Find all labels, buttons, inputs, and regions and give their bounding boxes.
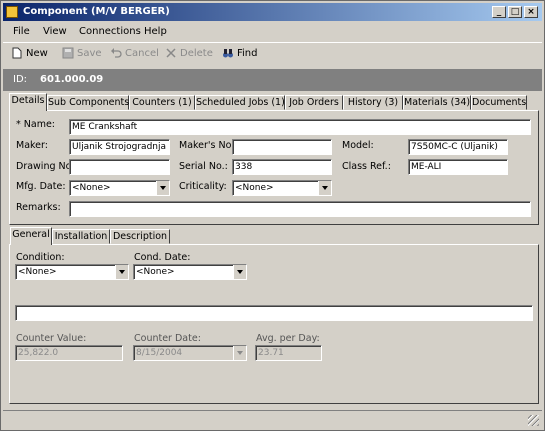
delete-x-icon <box>166 48 176 58</box>
undo-icon <box>111 48 122 58</box>
condition-notes-field[interactable] <box>15 305 533 321</box>
tab-job-orders[interactable]: Job Orders <box>285 95 343 110</box>
criticality-label: Criticality: <box>179 181 227 192</box>
cond-date-value: <None> <box>136 267 175 277</box>
tab-scheduled-jobs[interactable]: Scheduled Jobs (1) <box>195 95 285 110</box>
model-label: Model: <box>342 140 374 151</box>
component-window: Component (M/V BERGER) _ □ × File View C… <box>0 0 545 431</box>
serial-no-field[interactable]: 338 <box>232 159 332 175</box>
menu-connections[interactable]: Connections <box>79 26 141 37</box>
menu-bar: File View Connections Help <box>3 23 542 41</box>
criticality-combo[interactable]: <None> <box>232 180 332 196</box>
binoculars-icon <box>223 49 233 58</box>
delete-button[interactable]: Delete <box>165 47 213 59</box>
mfg-date-dropdown-arrow-icon[interactable] <box>156 181 169 195</box>
cancel-label: Cancel <box>125 47 159 59</box>
id-value: 601.000.09 <box>40 74 104 85</box>
tab-counters[interactable]: Counters (1) <box>129 95 195 110</box>
save-label: Save <box>77 47 102 59</box>
save-icon <box>62 47 74 59</box>
details-panel: * Name: ME Crankshaft Maker: Uljanik Str… <box>9 110 539 225</box>
condition-value: <None> <box>18 267 57 277</box>
resize-grip-icon[interactable] <box>528 415 539 426</box>
minimize-button[interactable]: _ <box>492 6 506 18</box>
delete-label: Delete <box>180 47 213 59</box>
drawing-no-field[interactable] <box>69 159 170 175</box>
cancel-button[interactable]: Cancel <box>110 47 159 59</box>
menu-view[interactable]: View <box>43 26 67 37</box>
class-ref-field[interactable]: ME-ALI <box>408 159 508 175</box>
remarks-field[interactable] <box>69 201 531 217</box>
condition-combo[interactable]: <None> <box>15 264 129 280</box>
close-button[interactable]: × <box>524 6 538 18</box>
counter-date-value: 8/15/2004 <box>136 348 183 358</box>
new-button[interactable]: New <box>11 47 48 59</box>
name-field[interactable]: ME Crankshaft <box>69 119 531 135</box>
tab-installation[interactable]: Installation <box>52 229 110 244</box>
title-bar[interactable]: Component (M/V BERGER) _ □ × <box>3 3 542 21</box>
counter-value-label: Counter Value: <box>16 333 87 344</box>
cond-date-label: Cond. Date: <box>134 252 191 263</box>
avg-per-day-field: 23.71 <box>255 345 322 361</box>
window-title: Component (M/V BERGER) <box>23 6 170 17</box>
tab-sub-components[interactable]: Sub Components <box>47 95 129 110</box>
avg-per-day-label: Avg. per Day: <box>256 333 320 344</box>
app-icon <box>6 6 18 18</box>
toolbar: New Save Cancel Delete Find <box>3 42 542 65</box>
counter-value-field: 25,822.0 <box>15 345 123 361</box>
condition-dropdown-arrow-icon[interactable] <box>115 265 128 279</box>
menu-help[interactable]: Help <box>144 26 167 37</box>
find-label: Find <box>237 47 258 59</box>
save-button[interactable]: Save <box>62 47 102 59</box>
record-id-bar: ID: 601.000.09 <box>3 69 542 91</box>
model-field[interactable]: 7S50MC-C (Uljanik) <box>408 139 508 155</box>
new-label: New <box>26 47 48 59</box>
makers-no-field[interactable] <box>232 139 332 155</box>
cond-date-dropdown-arrow-icon[interactable] <box>233 265 246 279</box>
mfg-date-label: Mfg. Date: <box>16 181 66 192</box>
tab-details[interactable]: Details <box>9 93 47 111</box>
cond-date-combo[interactable]: <None> <box>133 264 247 280</box>
counter-date-combo: 8/15/2004 <box>133 345 247 361</box>
tab-documents[interactable]: Documents <box>471 95 527 110</box>
maximize-button[interactable]: □ <box>508 6 522 18</box>
criticality-value: <None> <box>235 183 274 193</box>
id-label: ID: <box>13 74 28 85</box>
mfg-date-value: <None> <box>72 183 111 193</box>
maker-label: Maker: <box>16 140 48 151</box>
general-panel: Condition: <None> Cond. Date: <None> Cou… <box>9 244 539 404</box>
mfg-date-combo[interactable]: <None> <box>69 180 170 196</box>
find-button[interactable]: Find <box>222 47 258 59</box>
menu-file[interactable]: File <box>13 26 30 37</box>
new-document-icon <box>12 47 22 59</box>
makers-no-label: Maker's No.: <box>179 140 238 151</box>
tab-materials[interactable]: Materials (34) <box>403 95 471 110</box>
serial-no-label: Serial No.: <box>179 161 228 172</box>
condition-label: Condition: <box>16 252 65 263</box>
remarks-label: Remarks: <box>16 202 61 213</box>
tab-description[interactable]: Description <box>110 229 170 244</box>
counter-date-label: Counter Date: <box>134 333 201 344</box>
name-label: * Name: <box>16 119 55 130</box>
tab-history[interactable]: History (3) <box>343 95 403 110</box>
class-ref-label: Class Ref.: <box>342 161 391 172</box>
criticality-dropdown-arrow-icon[interactable] <box>318 181 331 195</box>
maker-field[interactable]: Uljanik Strojogradnja d.d. <box>69 139 170 155</box>
status-bar <box>3 410 542 429</box>
counter-date-dropdown-arrow-icon <box>233 346 246 360</box>
tab-general[interactable]: General <box>10 227 52 245</box>
